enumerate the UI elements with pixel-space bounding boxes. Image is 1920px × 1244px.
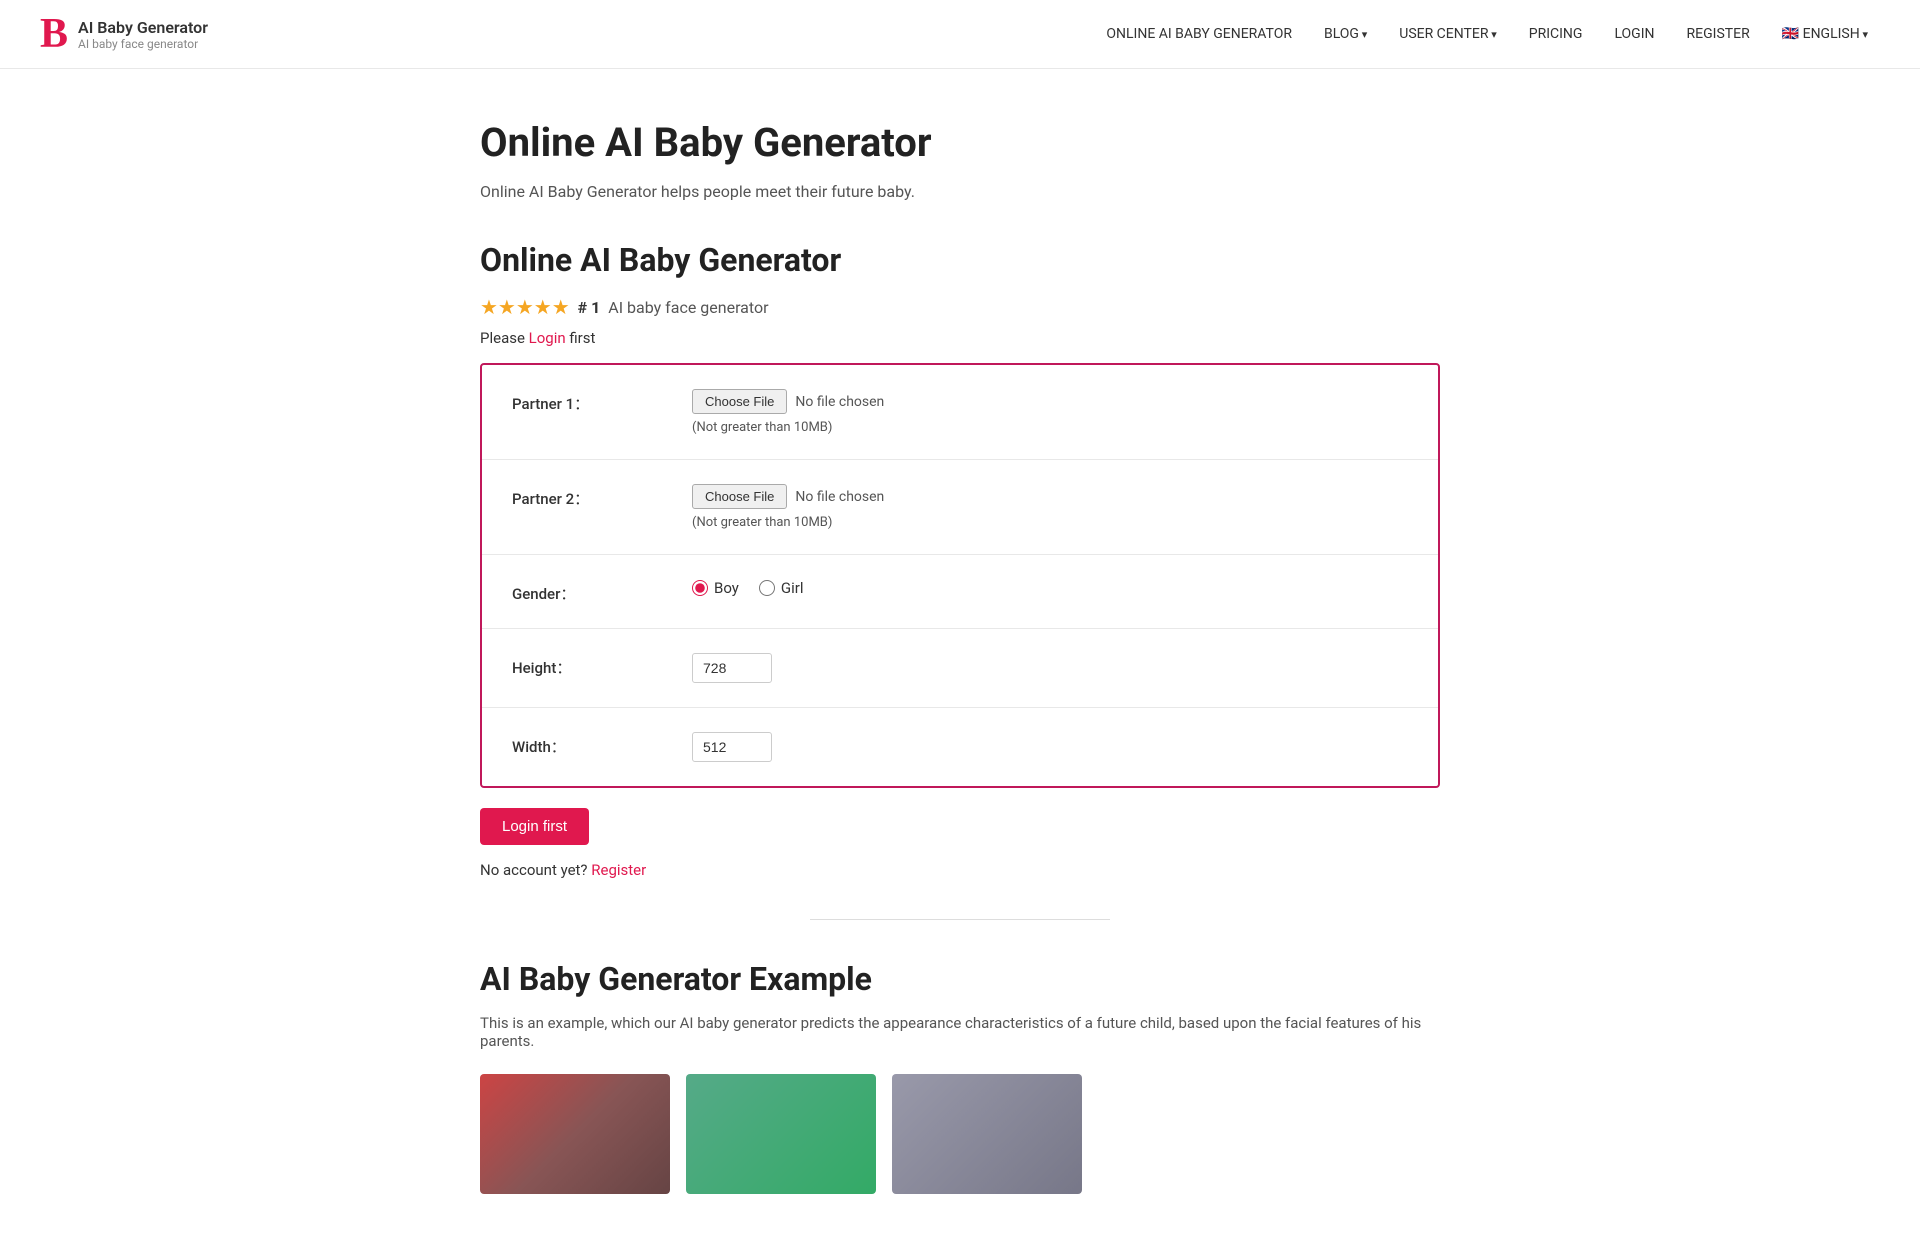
example-image-1: [480, 1074, 670, 1194]
gender-girl-label: Girl: [781, 579, 804, 597]
main-nav: ONLINE AI BABY GENERATOR BLOG USER CENTE…: [1094, 18, 1880, 50]
partner1-control: Choose File No file chosen (Not greater …: [692, 389, 1408, 435]
section-divider: [810, 919, 1110, 920]
partner2-file-hint: (Not greater than 10MB): [692, 515, 1408, 530]
logo-subtitle: AI baby face generator: [78, 37, 208, 51]
gender-girl-option[interactable]: Girl: [759, 579, 804, 597]
height-input[interactable]: [692, 653, 772, 683]
partner1-row: Partner 1： Choose File No file chosen (N…: [482, 365, 1438, 460]
logo: B AI Baby Generator AI baby face generat…: [40, 13, 208, 55]
nav-user-center[interactable]: USER CENTER: [1387, 18, 1509, 50]
width-control: [692, 732, 1408, 762]
rating-row: ★★★★★ # 1 AI baby face generator: [480, 295, 1440, 319]
logo-text: AI Baby Generator AI baby face generator: [78, 18, 208, 51]
partner1-label: Partner 1：: [512, 389, 692, 414]
login-notice-post: first: [566, 329, 596, 347]
partner2-file-row: Choose File No file chosen: [692, 484, 1408, 509]
nav-english[interactable]: 🇬🇧 ENGLISH: [1770, 18, 1880, 50]
login-notice-pre: Please: [480, 329, 529, 347]
gender-boy-radio[interactable]: [692, 580, 708, 596]
height-label: Height：: [512, 653, 692, 678]
gender-girl-radio[interactable]: [759, 580, 775, 596]
partner1-file-row: Choose File No file chosen: [692, 389, 1408, 414]
partner2-row: Partner 2： Choose File No file chosen (N…: [482, 460, 1438, 555]
gender-control: Boy Girl: [692, 579, 1408, 597]
example-desc: This is an example, which our AI baby ge…: [480, 1014, 1440, 1050]
width-row: Width：: [482, 708, 1438, 786]
partner1-file-hint: (Not greater than 10MB): [692, 420, 1408, 435]
login-notice: Please Login first: [480, 329, 1440, 347]
gender-boy-option[interactable]: Boy: [692, 579, 739, 597]
partner2-label: Partner 2：: [512, 484, 692, 509]
width-label: Width：: [512, 732, 692, 757]
nav-pricing[interactable]: PRICING: [1517, 18, 1595, 50]
page-subtitle: Online AI Baby Generator helps people me…: [480, 182, 1440, 201]
partner2-control: Choose File No file chosen (Not greater …: [692, 484, 1408, 530]
partner2-choose-file-btn[interactable]: Choose File: [692, 484, 787, 509]
section-title: Online AI Baby Generator: [480, 241, 1440, 279]
example-images: [480, 1074, 1440, 1194]
gender-label: Gender：: [512, 579, 692, 604]
nav-register[interactable]: REGISTER: [1675, 18, 1762, 50]
nav-online-generator[interactable]: ONLINE AI BABY GENERATOR: [1094, 18, 1304, 50]
example-image-2: [686, 1074, 876, 1194]
register-notice: No account yet? Register: [480, 861, 1440, 879]
rank-desc: AI baby face generator: [608, 298, 768, 317]
nav-login[interactable]: LOGIN: [1602, 18, 1666, 50]
height-control: [692, 653, 1408, 683]
example-image-3: [892, 1074, 1082, 1194]
partner1-no-file: No file chosen: [795, 394, 884, 410]
logo-title: AI Baby Generator: [78, 18, 208, 37]
login-link[interactable]: Login: [529, 329, 566, 347]
main-content: Online AI Baby Generator Online AI Baby …: [460, 69, 1460, 1244]
partner1-choose-file-btn[interactable]: Choose File: [692, 389, 787, 414]
page-title: Online AI Baby Generator: [480, 119, 1440, 166]
height-row: Height：: [482, 629, 1438, 708]
generator-form: Partner 1： Choose File No file chosen (N…: [480, 363, 1440, 788]
gender-row: Gender： Boy Girl: [482, 555, 1438, 629]
register-notice-pre: No account yet?: [480, 861, 591, 879]
login-first-button[interactable]: Login first: [480, 808, 589, 845]
rank-badge: # 1: [578, 298, 601, 317]
logo-letter: B: [40, 13, 68, 55]
header: B AI Baby Generator AI baby face generat…: [0, 0, 1920, 69]
partner2-no-file: No file chosen: [795, 489, 884, 505]
gender-boy-label: Boy: [714, 579, 739, 597]
example-title: AI Baby Generator Example: [480, 960, 1440, 998]
stars: ★★★★★: [480, 295, 570, 319]
register-link[interactable]: Register: [591, 861, 646, 879]
width-input[interactable]: [692, 732, 772, 762]
nav-blog[interactable]: BLOG: [1312, 18, 1379, 50]
